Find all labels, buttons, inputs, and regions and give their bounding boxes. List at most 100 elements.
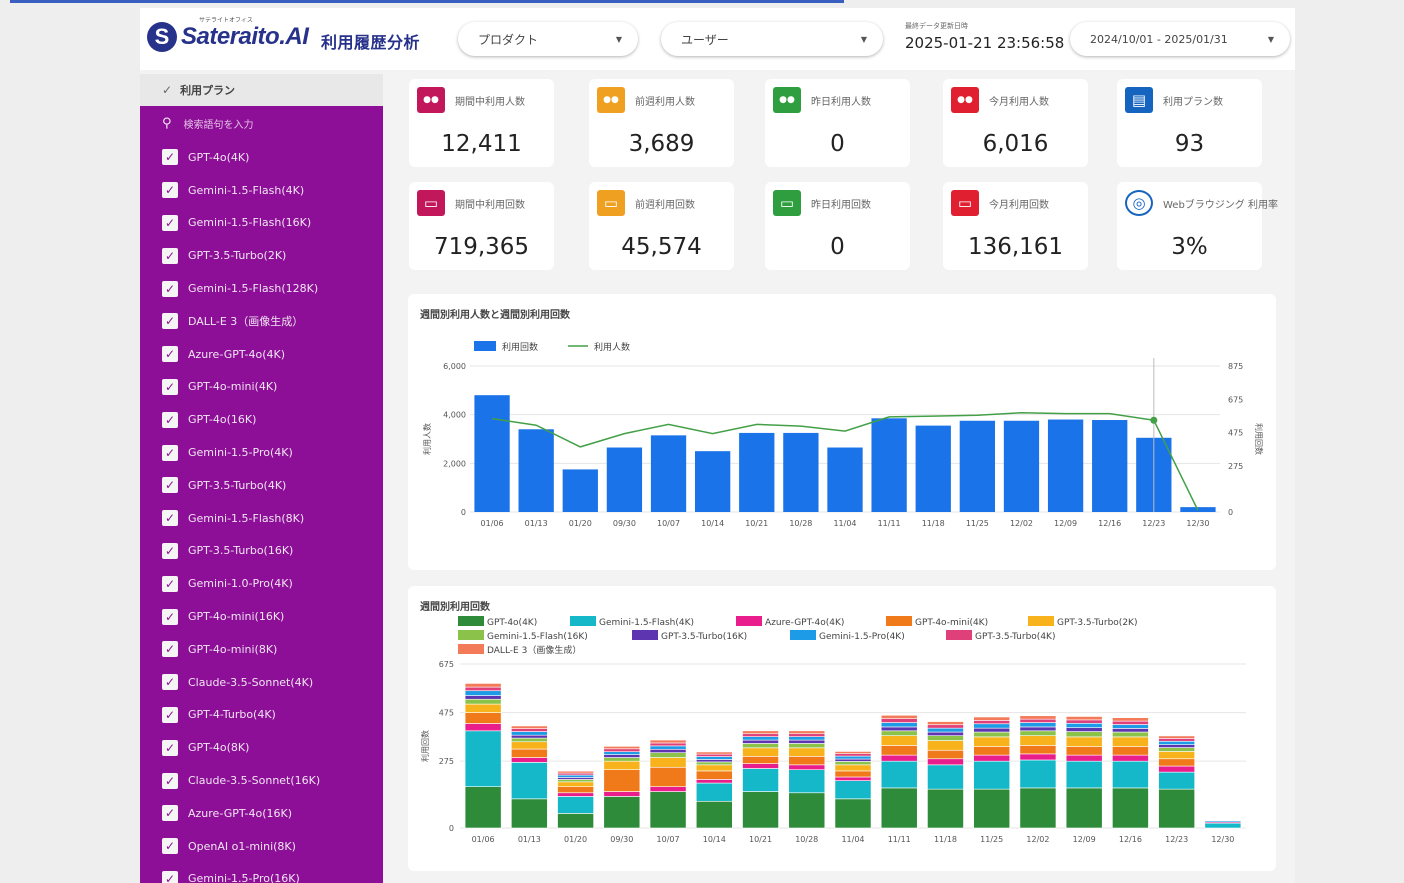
legend-swatch bbox=[458, 630, 484, 640]
plan-checkbox-item[interactable]: ✓ GPT-4o-mini(16K) bbox=[140, 600, 383, 633]
check-icon: ✓ bbox=[162, 83, 173, 97]
checkbox-checked-icon[interactable]: ✓ bbox=[162, 378, 178, 395]
stacked-bar-segment bbox=[464, 730, 502, 787]
checkbox-checked-icon[interactable]: ✓ bbox=[162, 510, 178, 527]
checkbox-checked-icon[interactable]: ✓ bbox=[162, 706, 178, 723]
plan-checkbox-item[interactable]: ✓ GPT-4o-mini(8K) bbox=[140, 633, 383, 666]
plan-checkbox-item[interactable]: ✓ Claude-3.5-Sonnet(4K) bbox=[140, 666, 383, 699]
plan-checkbox-item[interactable]: ✓ Gemini-1.5-Flash(128K) bbox=[140, 272, 383, 305]
plan-label: Azure-GPT-4o(4K) bbox=[188, 347, 286, 361]
plan-filter-header[interactable]: ✓ 利用プラン bbox=[140, 74, 383, 106]
stacked-bar-segment bbox=[1158, 758, 1195, 767]
bar bbox=[871, 418, 907, 512]
plan-checkbox-item[interactable]: ✓ Gemini-1.5-Flash(8K) bbox=[140, 502, 383, 535]
checkbox-checked-icon[interactable]: ✓ bbox=[162, 280, 178, 297]
user-dropdown[interactable]: ユーザー ▼ bbox=[661, 22, 883, 56]
checkbox-checked-icon[interactable]: ✓ bbox=[162, 739, 178, 756]
stacked-bar-segment bbox=[603, 751, 641, 755]
stacked-bar-segment bbox=[649, 786, 687, 792]
checkbox-checked-icon[interactable]: ✓ bbox=[162, 870, 178, 883]
checkbox-checked-icon[interactable]: ✓ bbox=[162, 805, 178, 822]
checkbox-checked-icon[interactable]: ✓ bbox=[162, 182, 178, 199]
checkbox-checked-icon[interactable]: ✓ bbox=[162, 772, 178, 789]
kpi-card: ▭ 期間中利用回数 719,365 bbox=[409, 182, 554, 270]
plan-checkbox-item[interactable]: ✓ Azure-GPT-4o(4K) bbox=[140, 338, 383, 371]
weekly-users-chart: 利用回数 利用人数02,0004,0006,0000275475675875利用人… bbox=[422, 341, 1264, 528]
plan-checkbox-item[interactable]: ✓ Gemini-1.5-Flash(16K) bbox=[140, 207, 383, 240]
checkbox-checked-icon[interactable]: ✓ bbox=[162, 149, 178, 166]
x-tick-label: 11/18 bbox=[922, 519, 945, 528]
stacked-bar-segment bbox=[511, 757, 548, 763]
plan-checkbox-item[interactable]: ✓ GPT-4o(8K) bbox=[140, 731, 383, 764]
stacked-bar-segment bbox=[880, 722, 918, 728]
stacked-bar-segment bbox=[695, 779, 733, 784]
stacked-bar-segment bbox=[973, 746, 1011, 756]
plan-checkbox-item[interactable]: ✓ GPT-4-Turbo(4K) bbox=[140, 699, 383, 732]
plan-label: GPT-4o(16K) bbox=[188, 413, 257, 427]
plan-search-input[interactable]: ⚲ 検索語句を入力 bbox=[140, 106, 383, 141]
hover-point bbox=[1150, 416, 1158, 424]
stacked-bar-segment bbox=[927, 727, 964, 733]
monitor-icon: ▭ bbox=[417, 190, 445, 216]
plan-checkbox-item[interactable]: ✓ Gemini-1.5-Pro(16K) bbox=[140, 863, 383, 883]
stacked-bar-segment bbox=[927, 724, 964, 729]
people-icon: ●● bbox=[951, 87, 979, 113]
checkbox-checked-icon[interactable]: ✓ bbox=[162, 641, 178, 658]
plan-checkbox-item[interactable]: ✓ GPT-4o(16K) bbox=[140, 403, 383, 436]
stacked-bar-segment bbox=[649, 739, 687, 744]
checkbox-checked-icon[interactable]: ✓ bbox=[162, 575, 178, 592]
checkbox-checked-icon[interactable]: ✓ bbox=[162, 313, 178, 330]
kpi-value: 3% bbox=[1171, 234, 1208, 260]
checkbox-checked-icon[interactable]: ✓ bbox=[162, 214, 178, 231]
stacked-bar-segment bbox=[742, 739, 779, 744]
plan-checkbox-item[interactable]: ✓ Gemini-1.5-Flash(4K) bbox=[140, 174, 383, 207]
x-tick-label: 01/20 bbox=[569, 519, 592, 528]
stacked-bar-segment bbox=[1158, 740, 1195, 745]
plan-checkbox-item[interactable]: ✓ OpenAI o1-mini(8K) bbox=[140, 830, 383, 863]
checkbox-checked-icon[interactable]: ✓ bbox=[162, 542, 178, 559]
plan-label: Gemini-1.0-Pro(4K) bbox=[188, 577, 293, 591]
x-tick-label: 01/06 bbox=[472, 835, 495, 844]
plan-checkbox-item[interactable]: ✓ Claude-3.5-Sonnet(16K) bbox=[140, 764, 383, 797]
checkbox-checked-icon[interactable]: ✓ bbox=[162, 444, 178, 461]
stacked-bar-segment bbox=[557, 813, 594, 829]
bar bbox=[915, 425, 951, 512]
date-range-picker[interactable]: 2024/10/01 - 2025/01/31 ▼ bbox=[1070, 22, 1290, 56]
checkbox-checked-icon[interactable]: ✓ bbox=[162, 477, 178, 494]
stacked-bar-segment bbox=[1065, 719, 1103, 724]
legend-swatch bbox=[1028, 616, 1054, 626]
plan-checkbox-item[interactable]: ✓ Gemini-1.5-Pro(4K) bbox=[140, 436, 383, 469]
stacked-bar-segment bbox=[695, 764, 733, 772]
checkbox-checked-icon[interactable]: ✓ bbox=[162, 674, 178, 691]
checkbox-checked-icon[interactable]: ✓ bbox=[162, 838, 178, 855]
x-tick-label: 11/25 bbox=[966, 519, 989, 528]
stacked-bar-segment bbox=[973, 731, 1011, 738]
plan-checkbox-item[interactable]: ✓ GPT-3.5-Turbo(16K) bbox=[140, 535, 383, 568]
plan-label: GPT-4o(8K) bbox=[188, 741, 250, 755]
legend-label: GPT-3.5-Turbo(2K) bbox=[1057, 618, 1137, 628]
stacked-bar-segment bbox=[511, 731, 548, 736]
bar bbox=[783, 432, 819, 512]
stacked-bar-segment bbox=[1158, 735, 1195, 739]
checkbox-checked-icon[interactable]: ✓ bbox=[162, 346, 178, 363]
y-left-axis-label: 利用人数 bbox=[422, 423, 432, 455]
stacked-bar-segment bbox=[742, 768, 779, 792]
stacked-bar-segment bbox=[603, 796, 641, 829]
plan-checkbox-item[interactable]: ✓ Gemini-1.0-Pro(4K) bbox=[140, 567, 383, 600]
plan-checkbox-item[interactable]: ✓ GPT-3.5-Turbo(2K) bbox=[140, 239, 383, 272]
plan-checkbox-item[interactable]: ✓ Azure-GPT-4o(16K) bbox=[140, 797, 383, 830]
checkbox-checked-icon[interactable]: ✓ bbox=[162, 411, 178, 428]
product-dropdown[interactable]: プロダクト ▼ bbox=[458, 22, 638, 56]
stacked-bar-segment bbox=[973, 727, 1011, 733]
plan-checkbox-item[interactable]: ✓ GPT-4o-mini(4K) bbox=[140, 371, 383, 404]
plan-checkbox-item[interactable]: ✓ GPT-4o(4K) bbox=[140, 141, 383, 174]
x-tick-label: 10/14 bbox=[701, 519, 724, 528]
plan-checkbox-item[interactable]: ✓ GPT-3.5-Turbo(4K) bbox=[140, 469, 383, 502]
stacked-bar-segment bbox=[1019, 745, 1057, 755]
checkbox-checked-icon[interactable]: ✓ bbox=[162, 608, 178, 625]
plan-checkbox-item[interactable]: ✓ DALL-E 3（画像生成） bbox=[140, 305, 383, 338]
kpi-value: 12,411 bbox=[441, 131, 522, 157]
checkbox-checked-icon[interactable]: ✓ bbox=[162, 247, 178, 264]
y-tick-label: 0 bbox=[449, 824, 454, 833]
stacked-bar-segment bbox=[742, 736, 779, 741]
